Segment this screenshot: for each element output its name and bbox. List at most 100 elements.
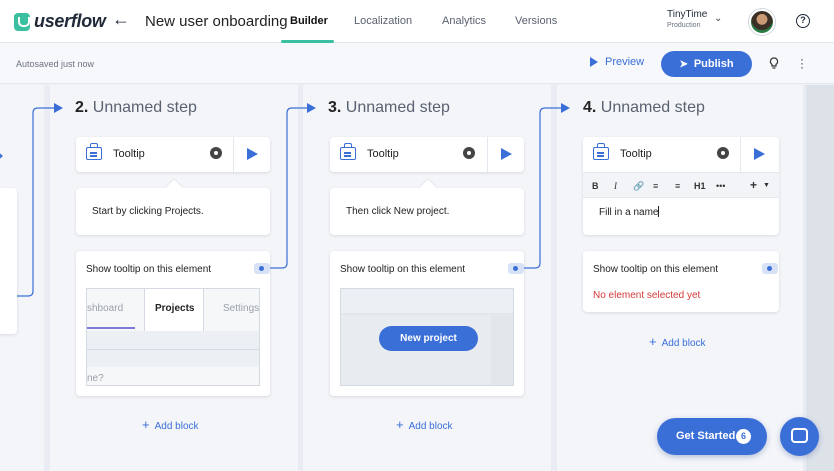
connector-handle[interactable] xyxy=(508,263,524,274)
step-number: 2. xyxy=(75,99,89,116)
tooltip-text-editor[interactable]: Then click New project. xyxy=(330,179,524,235)
link-icon[interactable]: 🔗 xyxy=(633,181,644,192)
step-name: Unnamed step xyxy=(345,99,450,116)
divider xyxy=(487,137,488,172)
thumb-topbar xyxy=(341,289,513,313)
connector-handle[interactable] xyxy=(762,263,778,274)
send-icon: ➤ xyxy=(679,58,688,70)
divider xyxy=(233,137,234,172)
divider xyxy=(740,137,741,172)
tooltip-icon xyxy=(593,143,609,160)
logo-text: userflow xyxy=(34,11,106,31)
environment-name: TinyTime xyxy=(667,9,708,20)
chat-icon xyxy=(791,428,808,443)
thumb-tab-indicator xyxy=(87,327,135,329)
avatar[interactable] xyxy=(749,9,775,35)
plus-icon: + xyxy=(142,417,150,432)
canvas-scroll-edge xyxy=(806,85,834,471)
connector-handle[interactable] xyxy=(254,263,270,274)
thumb-input xyxy=(87,367,259,385)
chat-widget-button[interactable] xyxy=(780,417,819,456)
element-screenshot: New project xyxy=(340,288,514,386)
tooltip-text[interactable]: Then click New project. xyxy=(346,206,449,217)
element-screenshot: shboard Projects Settings ne? xyxy=(86,288,260,386)
thumb-tab-dashboard: shboard xyxy=(87,303,124,314)
bullet-list-icon[interactable]: ≡ xyxy=(675,181,680,191)
target-label: Show tooltip on this element xyxy=(86,264,212,275)
lightbulb-icon[interactable] xyxy=(769,57,779,70)
chevron-down-icon[interactable]: ⌄ xyxy=(714,13,722,24)
chevron-down-icon[interactable]: ▼ xyxy=(763,182,770,189)
step-arrow-icon xyxy=(307,103,316,113)
get-started-count-badge: 6 xyxy=(736,429,751,444)
tooltip-block-header[interactable]: Tooltip xyxy=(76,137,270,172)
play-icon[interactable] xyxy=(754,148,765,160)
plus-icon: + xyxy=(649,334,657,349)
play-icon[interactable] xyxy=(0,150,3,162)
target-element-card[interactable]: Show tooltip on this element shboard Pro… xyxy=(76,251,270,396)
thumb-divider xyxy=(87,349,259,350)
tab-versions[interactable]: Versions xyxy=(515,15,557,27)
more-horizontal-icon[interactable]: ••• xyxy=(716,181,725,191)
thumb-tab-settings: Settings xyxy=(223,303,260,314)
target-element-card[interactable]: Show tooltip on this element No element … xyxy=(583,251,779,312)
block-type-label: Tooltip xyxy=(113,148,145,160)
add-block-label: Add block xyxy=(408,421,453,432)
play-icon[interactable] xyxy=(501,148,512,160)
tooltip-text-editor[interactable]: Start by clicking Projects. xyxy=(76,179,270,235)
insert-button[interactable]: + xyxy=(750,178,757,192)
tab-localization[interactable]: Localization xyxy=(354,15,412,27)
step-3-title[interactable]: 3. Unnamed step xyxy=(328,99,450,117)
gear-icon[interactable] xyxy=(717,147,729,159)
tooltip-block-editing[interactable]: Tooltip B I 🔗 ≡ ≡ H1 ••• + ▼ Fill in a n… xyxy=(583,137,779,235)
italic-button[interactable]: I xyxy=(614,181,617,191)
autosave-status: Autosaved just now xyxy=(16,59,95,69)
environment-switcher[interactable]: TinyTime Production xyxy=(667,9,708,30)
thumb-new-project-button: New project xyxy=(379,326,478,351)
gear-icon[interactable] xyxy=(210,147,222,159)
step-arrow-icon xyxy=(54,103,63,113)
publish-button[interactable]: ➤ Publish xyxy=(661,51,752,77)
target-label: Show tooltip on this element xyxy=(340,264,466,275)
step-name: Unnamed step xyxy=(600,99,705,116)
text-cursor xyxy=(658,206,660,217)
step-arrow-icon xyxy=(561,103,570,113)
gear-icon[interactable] xyxy=(463,147,475,159)
preview-button[interactable]: Preview xyxy=(590,56,644,68)
tooltip-text[interactable]: Start by clicking Projects. xyxy=(92,206,204,217)
block-type-label: Tooltip xyxy=(620,148,652,160)
environment-subtitle: Production xyxy=(667,22,701,29)
tab-builder[interactable]: Builder xyxy=(290,15,328,27)
target-element-card[interactable]: Show tooltip on this element New project xyxy=(330,251,524,396)
back-arrow-icon[interactable]: ← xyxy=(112,9,130,30)
add-block-button[interactable]: + Add block xyxy=(649,334,706,349)
step-1-card[interactable] xyxy=(0,188,17,334)
userflow-logo[interactable]: userflow xyxy=(14,11,106,32)
help-icon[interactable]: ? xyxy=(796,14,810,28)
tooltip-icon xyxy=(86,143,102,160)
add-block-label: Add block xyxy=(154,421,199,432)
flow-title[interactable]: New user onboarding xyxy=(145,13,288,30)
ordered-list-icon[interactable]: ≡ xyxy=(653,181,658,191)
get-started-label: Get Started xyxy=(676,430,736,442)
play-icon[interactable] xyxy=(247,148,258,160)
add-block-button[interactable]: + Add block xyxy=(396,417,453,432)
add-block-label: Add block xyxy=(661,338,706,349)
heading-button[interactable]: H1 xyxy=(694,181,706,191)
tooltip-block-header[interactable]: Tooltip xyxy=(330,137,524,172)
plus-icon: + xyxy=(396,417,404,432)
add-block-button[interactable]: + Add block xyxy=(142,417,199,432)
flow-canvas[interactable]: 2. Unnamed step Tooltip Start by clickin… xyxy=(0,85,834,471)
top-nav: userflow ← New user onboarding Builder L… xyxy=(0,0,834,43)
thumb-input-text: ne? xyxy=(87,373,104,384)
publish-label: Publish xyxy=(693,58,734,70)
play-icon xyxy=(590,57,598,67)
more-vertical-icon[interactable]: · · · xyxy=(800,53,804,73)
tooltip-text: Fill in a name xyxy=(599,207,659,218)
tab-analytics[interactable]: Analytics xyxy=(442,15,486,27)
step-2-title[interactable]: 2. Unnamed step xyxy=(75,99,197,117)
get-started-button[interactable]: Get Started 6 xyxy=(657,418,767,455)
tooltip-text-input[interactable]: Fill in a name xyxy=(599,206,660,218)
step-4-title[interactable]: 4. Unnamed step xyxy=(583,99,705,117)
bold-button[interactable]: B xyxy=(592,181,599,191)
